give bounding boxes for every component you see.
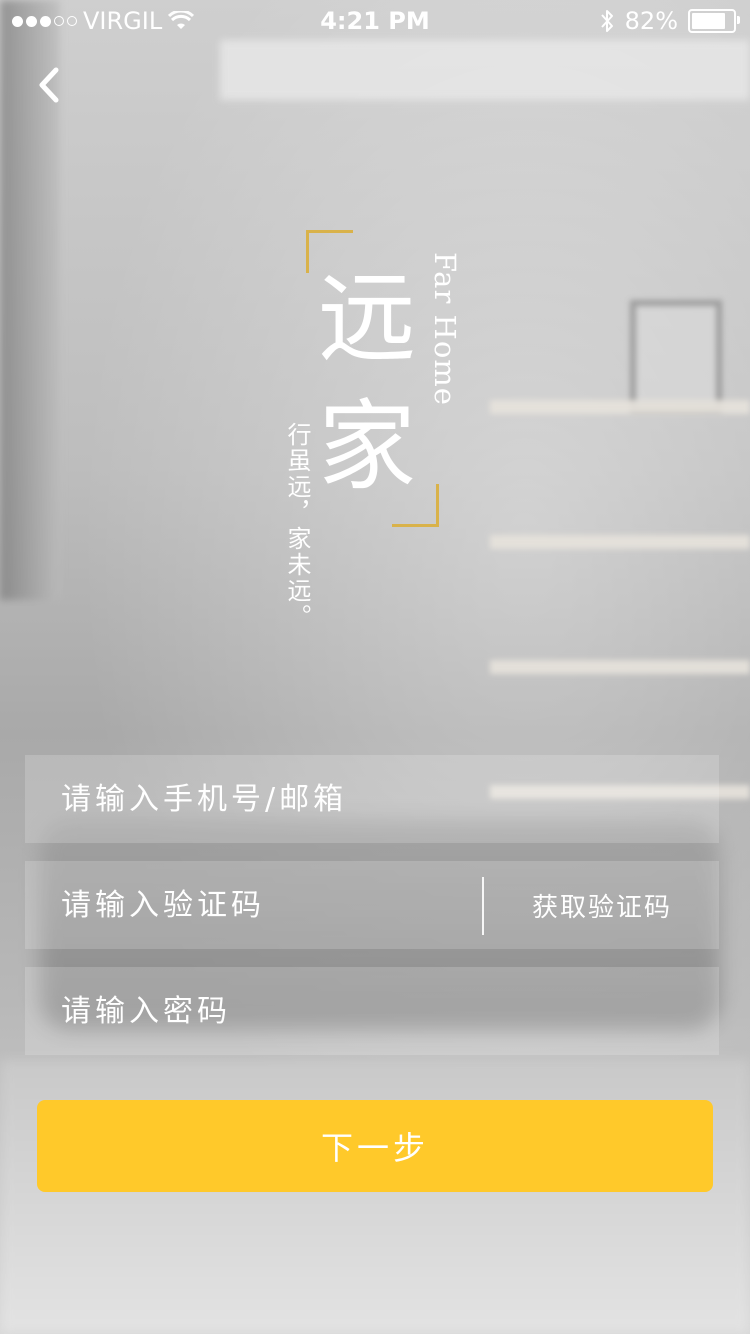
battery-icon xyxy=(688,9,740,33)
battery-fill xyxy=(692,13,725,29)
logo-char-jia: 家 xyxy=(318,390,417,504)
chevron-left-icon xyxy=(39,67,59,103)
field-divider xyxy=(482,877,484,935)
bluetooth-icon xyxy=(600,10,613,32)
next-step-button[interactable]: 下一步 xyxy=(37,1100,713,1192)
status-right: 82% xyxy=(599,7,740,35)
logo-char-yuan: 远 xyxy=(318,262,417,376)
logo-corner-bottom-right xyxy=(392,484,439,527)
background-frame xyxy=(630,300,722,412)
get-code-button[interactable]: 获取验证码 xyxy=(485,861,719,949)
verification-code-field: 获取验证码 xyxy=(25,861,719,949)
status-bar: VIRGIL 4:21 PM 82% xyxy=(0,0,750,40)
phone-email-input[interactable] xyxy=(25,755,719,843)
background-shelf xyxy=(490,400,750,414)
phone-email-field xyxy=(25,755,719,843)
background-shelf xyxy=(490,535,750,549)
logo-english-name: Far Home xyxy=(428,252,462,406)
app-logo: 远 家 Far Home 行虽远，家未远。 xyxy=(280,230,480,650)
password-input[interactable] xyxy=(25,967,719,1055)
background-ac-unit xyxy=(220,40,750,100)
back-button[interactable] xyxy=(30,60,70,110)
logo-tagline: 行虽远，家未远。 xyxy=(283,422,311,630)
verification-code-input[interactable] xyxy=(25,861,483,949)
password-field xyxy=(25,967,719,1055)
battery-percent: 82% xyxy=(624,7,678,35)
background-shelf xyxy=(490,660,750,674)
